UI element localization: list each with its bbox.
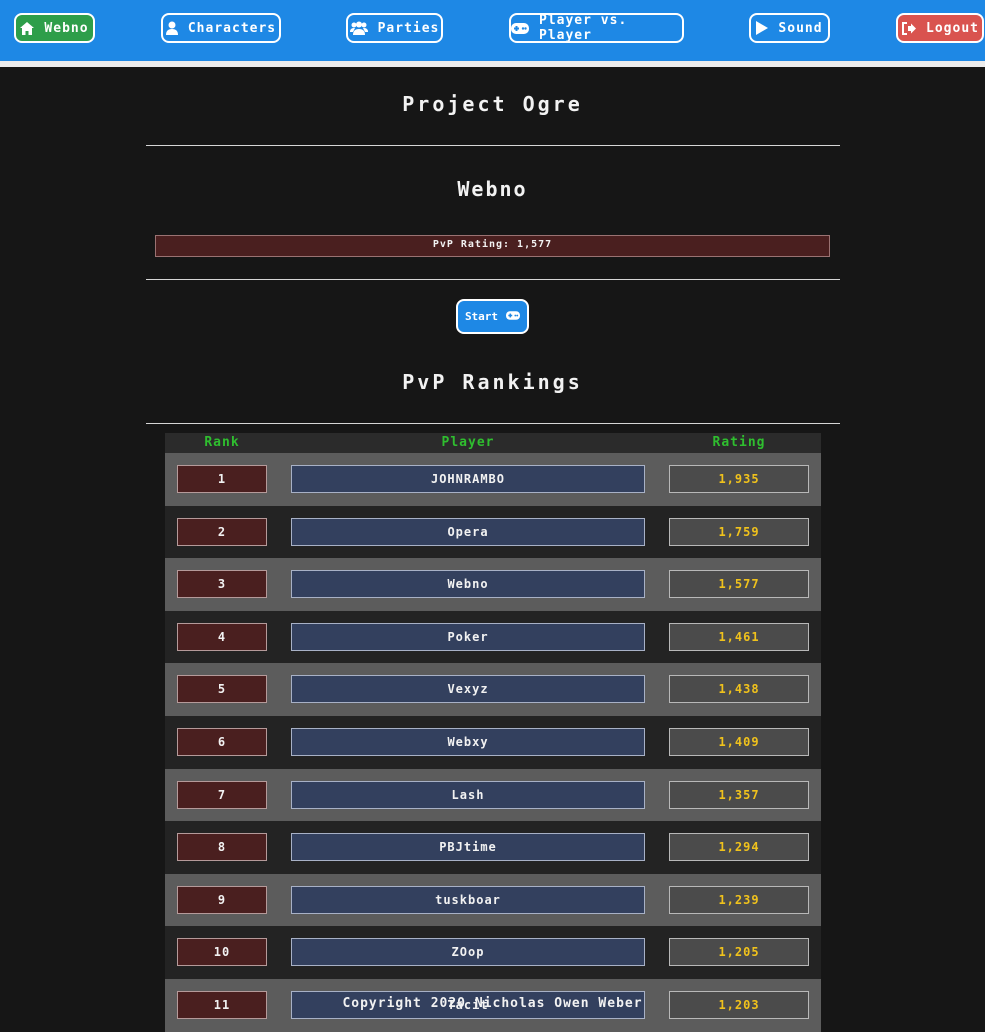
player-cell[interactable]: tuskboar <box>291 885 645 914</box>
player-cell[interactable]: Poker <box>291 622 645 651</box>
rating-cell: 1,438 <box>669 675 809 704</box>
player-cell[interactable]: Lash <box>291 780 645 809</box>
player-cell[interactable]: Webxy <box>291 727 645 756</box>
sign-out-icon <box>901 21 917 35</box>
table-row: 7 Lash 1,357 <box>165 768 821 822</box>
table-row: 4 Poker 1,461 <box>165 610 821 664</box>
table-row: 9 tuskboar 1,239 <box>165 873 821 927</box>
play-icon <box>756 21 769 35</box>
pvp-rating-label: PvP Rating: 1,577 <box>432 239 553 250</box>
characters-button-label: Characters <box>187 20 277 36</box>
rating-cell: 1,203 <box>669 990 809 1019</box>
home-button[interactable]: Webno <box>14 13 95 43</box>
player-cell[interactable]: Webno <box>291 570 645 599</box>
rank-cell: 5 <box>177 675 267 704</box>
user-icon <box>165 21 178 35</box>
divider <box>146 145 840 146</box>
rating-cell: 1,409 <box>669 727 809 756</box>
rank-cell: 4 <box>177 622 267 651</box>
rating-column-header: Rating <box>712 435 766 450</box>
start-button-label: Start <box>464 310 499 323</box>
rankings-title: PvP Rankings <box>402 370 583 394</box>
rank-cell: 10 <box>177 938 267 967</box>
rank-column-header: Rank <box>204 435 240 450</box>
top-nav-bar <box>0 0 985 61</box>
sound-button-label: Sound <box>778 20 823 36</box>
parties-button[interactable]: Parties <box>346 13 443 43</box>
characters-button[interactable]: Characters <box>161 13 281 43</box>
pvp-rating-bar: PvP Rating: 1,577 <box>155 235 830 257</box>
rating-cell: 1,759 <box>669 517 809 546</box>
table-row: 6 Webxy 1,409 <box>165 715 821 769</box>
table-row: 3 Webno 1,577 <box>165 558 821 611</box>
gamepad-icon <box>511 22 529 34</box>
player-cell[interactable]: Tacit <box>291 990 645 1019</box>
page-title: Project Ogre <box>402 92 583 116</box>
rating-cell: 1,205 <box>669 938 809 967</box>
pvp-rankings-table: Rank Player Rating 1 JOHNRAMBO 1,935 2 O… <box>165 433 821 1032</box>
table-row: 10 ZOop 1,205 <box>165 926 821 979</box>
rank-cell: 1 <box>177 465 267 493</box>
rating-cell: 1,577 <box>669 570 809 599</box>
pvp-button-label: Player vs. Player <box>539 13 628 43</box>
rank-cell: 11 <box>177 990 267 1019</box>
rank-cell: 7 <box>177 780 267 809</box>
start-pvp-button[interactable]: Start <box>456 299 529 334</box>
player-cell[interactable]: JOHNRAMBO <box>291 465 645 493</box>
table-row: 2 Opera 1,759 <box>165 505 821 559</box>
nav-divider <box>0 61 985 67</box>
logout-button[interactable]: Logout <box>896 13 984 43</box>
divider <box>146 423 840 424</box>
player-cell[interactable]: Vexyz <box>291 675 645 704</box>
pvp-button[interactable]: Player vs. Player <box>509 13 684 43</box>
home-icon <box>20 21 35 35</box>
rating-cell: 1,461 <box>669 622 809 651</box>
sound-button[interactable]: Sound <box>749 13 830 43</box>
rating-cell: 1,239 <box>669 885 809 914</box>
divider <box>146 279 840 280</box>
player-cell[interactable]: PBJtime <box>291 833 645 862</box>
rating-cell: 1,357 <box>669 780 809 809</box>
table-row: 1 JOHNRAMBO 1,935 <box>165 453 821 506</box>
rank-cell: 3 <box>177 570 267 599</box>
rank-cell: 2 <box>177 517 267 546</box>
rank-cell: 9 <box>177 885 267 914</box>
player-cell[interactable]: ZOop <box>291 938 645 967</box>
home-button-label: Webno <box>44 20 89 36</box>
character-name: Webno <box>457 177 528 201</box>
rank-cell: 8 <box>177 833 267 862</box>
rating-cell: 1,294 <box>669 833 809 862</box>
parties-button-label: Parties <box>377 20 440 36</box>
player-cell[interactable]: Opera <box>291 517 645 546</box>
table-row: 8 PBJtime 1,294 <box>165 821 821 874</box>
logout-button-label: Logout <box>926 20 979 36</box>
table-row: 5 Vexyz 1,438 <box>165 663 821 716</box>
rating-cell: 1,935 <box>669 465 809 493</box>
rank-cell: 6 <box>177 727 267 756</box>
table-header: Rank Player Rating <box>165 433 821 453</box>
player-column-header: Player <box>441 435 495 450</box>
gamepad-icon <box>506 310 521 323</box>
users-icon <box>349 21 368 35</box>
